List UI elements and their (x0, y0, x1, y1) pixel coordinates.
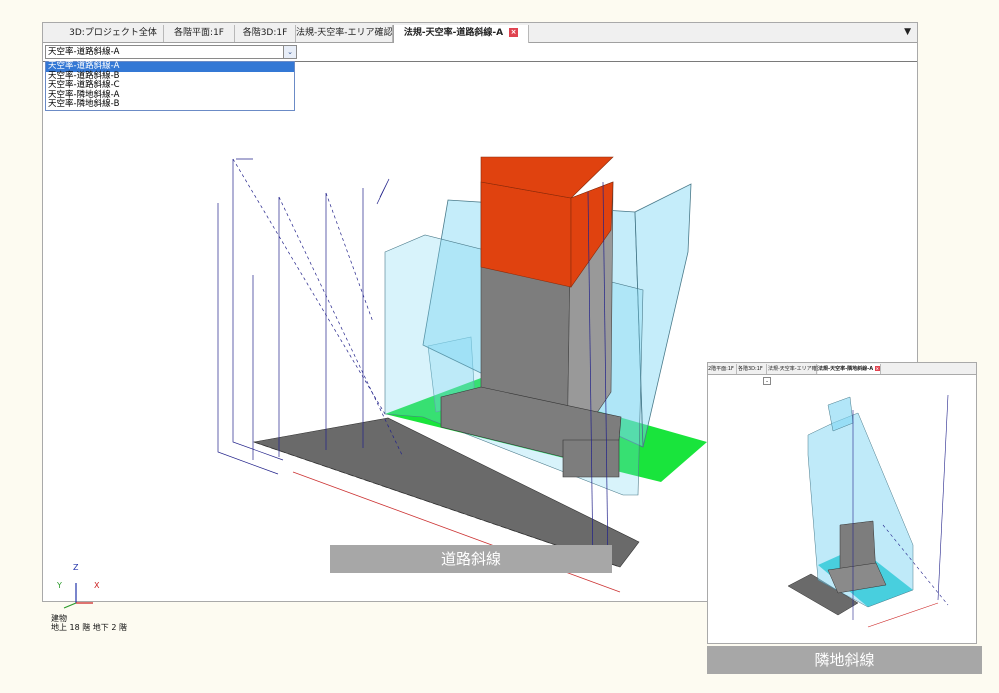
inset-tab[interactable]: 各階3D:1F (738, 364, 767, 374)
combo-value: 天空率-道路斜線-A (48, 47, 120, 57)
inset-boundary-line (867, 602, 939, 628)
inset-tab-bar: 2階平面:1F 各階3D:1F 法規-天空率-エリア確認 法規-天空率-隣地斜線… (708, 363, 976, 375)
inset-tab-label: 法規-天空率-隣地斜線-A (818, 366, 874, 372)
inset-tab[interactable]: 2階平面:1F (708, 364, 737, 374)
inset-tab[interactable]: 法規-天空率-エリア確認 (768, 364, 822, 374)
chevron-down-icon[interactable]: ⌄ (283, 46, 296, 58)
view-selector-combo[interactable]: 天空率-道路斜線-A ⌄ (45, 45, 297, 59)
tab-active-label: 法規-天空率-道路斜線-A (403, 28, 504, 38)
tab-floor-plan-1f[interactable]: 各階平面:1F (164, 25, 235, 42)
close-icon[interactable]: × (509, 28, 519, 37)
tab-sky-ratio-area[interactable]: 法規-天空率-エリア確認 (296, 25, 393, 42)
view-tab-bar: 3D:プロジェクト全体 各階平面:1F 各階3D:1F 法規-天空率-エリア確認… (43, 23, 917, 43)
caption-road-setback: 道路斜線 (330, 545, 612, 573)
building-status: 建物 地上 18 階 地下 2 階 (51, 614, 127, 632)
tab-menu-dropdown-icon[interactable]: ▼ (904, 27, 911, 37)
status-line-1: 建物 (51, 614, 67, 623)
caption-neighbor-setback: 隣地斜線 (707, 646, 982, 674)
inset-window: 2階平面:1F 各階3D:1F 法規-天空率-エリア確認 法規-天空率-隣地斜線… (707, 362, 977, 644)
status-line-2: 地上 18 階 地下 2 階 (51, 623, 127, 632)
inset-tab-active[interactable]: 法規-天空率-隣地斜線-A × (818, 364, 881, 374)
tab-3d-project[interactable]: 3D:プロジェクト全体 (63, 25, 164, 42)
axis-x-label: X (94, 581, 100, 590)
axis-y-label: Y (57, 581, 62, 590)
sky-envelope-right (634, 183, 692, 448)
entry-block (562, 439, 620, 478)
tab-sky-ratio-road-a[interactable]: 法規-天空率-道路斜線-A × (393, 25, 529, 43)
close-icon[interactable]: × (874, 366, 880, 371)
axis-z-label: Z (73, 563, 79, 572)
dropdown-option[interactable]: 天空率-隣地斜線-B (46, 100, 294, 110)
neighbor-setback-model (787, 394, 949, 628)
view-selector-dropdown[interactable]: 天空率-道路斜線-A 天空率-道路斜線-B 天空率-道路斜線-C 天空率-隣地斜… (45, 61, 295, 111)
tab-floor-3d-1f[interactable]: 各階3D:1F (235, 25, 296, 42)
